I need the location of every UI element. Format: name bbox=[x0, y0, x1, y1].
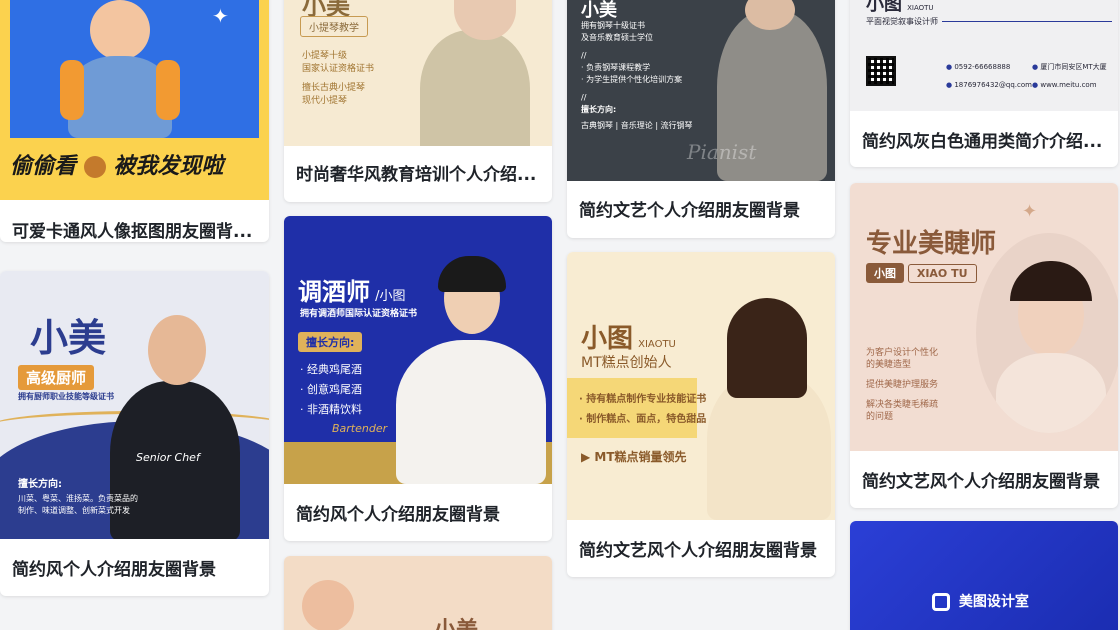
template-title[interactable]: 可爱卡通风人像抠图朋友圈背... bbox=[12, 217, 257, 242]
template-card[interactable]: 小图 XIAOTU MT糕点创始人 · 持有糕点制作专业技能证书 · 制作糕点、… bbox=[567, 252, 835, 577]
thumb-signature: Pianist bbox=[687, 140, 757, 164]
thumb-phone: 0592-66668888 bbox=[954, 63, 1011, 71]
thumb-skills-line: 制作、味道调整、创新菜式开发 bbox=[18, 506, 130, 515]
bear-sticker-icon bbox=[83, 156, 106, 178]
template-card[interactable]: 专业美睫师 小图 XIAO TU ✦ 为客户设计个性化 的美睫造型 提供美睫护理… bbox=[850, 183, 1118, 508]
thumb-skills: 古典钢琴 | 音乐理论 | 流行钢琴 bbox=[581, 121, 693, 130]
thumb-role: 平面视觉叙事设计师 bbox=[866, 17, 938, 26]
woman-figure bbox=[420, 30, 530, 146]
thumb-line: 拥有钢琴十级证书 bbox=[581, 21, 645, 30]
meitu-logo-icon bbox=[932, 593, 950, 611]
thumb-bullet: · 负责钢琴课程教学 bbox=[581, 63, 651, 72]
thumb-role: MT糕点创始人 bbox=[581, 355, 672, 371]
thumb-name: 小图 bbox=[866, 0, 902, 15]
globe-icon: ● bbox=[1032, 81, 1039, 89]
template-thumbnail: 调酒师 /小图 拥有调酒师国际认证资格证书 擅长方向: · 经典鸡尾酒 · 创意… bbox=[284, 216, 552, 484]
thumb-highlight: ▶ MT糕点销量领先 bbox=[581, 450, 687, 464]
thumb-skill: · 创意鸡尾酒 bbox=[300, 383, 362, 396]
template-card[interactable]: 调酒师 /小图 拥有调酒师国际认证资格证书 擅长方向: · 经典鸡尾酒 · 创意… bbox=[284, 216, 552, 541]
template-thumbnail: 小美 bbox=[284, 556, 552, 630]
thumb-cert: 拥有调酒师国际认证资格证书 bbox=[300, 309, 418, 319]
thumb-skills-title: 擅长方向: bbox=[581, 105, 617, 114]
thumb-subtitle: 小提琴教学 bbox=[300, 16, 368, 37]
template-title[interactable]: 简约文艺风个人介绍朋友圈背景 bbox=[579, 536, 823, 561]
template-card[interactable]: 小美 bbox=[284, 556, 552, 630]
thumb-signature: Bartender bbox=[332, 422, 388, 435]
thumb-skills-title: 擅长方向: bbox=[18, 479, 62, 490]
thumb-bullet: 解决各类睫毛稀疏 bbox=[866, 400, 939, 410]
email-icon: ● bbox=[946, 81, 953, 89]
template-title[interactable]: 时尚奢华风教育培训个人介绍... bbox=[296, 160, 540, 185]
thumb-slash: // bbox=[581, 93, 587, 102]
thumb-bullet: 擅长古典小提琴 bbox=[302, 83, 366, 93]
template-title[interactable]: 简约风个人介绍朋友圈背景 bbox=[296, 500, 540, 525]
template-thumbnail: 小图 XIAOTU 平面视觉叙事设计师 ● 0592-66668888 ● 18… bbox=[850, 0, 1118, 111]
thumb-signature: Senior Chef bbox=[136, 451, 200, 464]
thumb-skill: · 经典鸡尾酒 bbox=[300, 363, 362, 376]
thumb-bullet: 国家认证资格证书 bbox=[302, 64, 375, 74]
thumb-email: 1876976432@qq.com bbox=[954, 81, 1032, 89]
template-thumbnail: 小图 XIAOTU MT糕点创始人 · 持有糕点制作专业技能证书 · 制作糕点、… bbox=[567, 252, 835, 520]
template-thumbnail: ✦ 偷偷看 被我发现啦 bbox=[0, 0, 269, 200]
headline-text: 偷偷看 bbox=[10, 154, 77, 179]
thumb-name: 小美 bbox=[30, 315, 107, 360]
thumb-role: 高级厨师 bbox=[18, 365, 95, 390]
thumb-cert: 拥有厨师职业技能等级证书 bbox=[18, 392, 114, 401]
woman-figure bbox=[396, 340, 546, 484]
thumb-bullet: · 制作糕点、面点，特色甜品 bbox=[579, 414, 707, 425]
thumb-website: www.meitu.com bbox=[1040, 81, 1097, 89]
thumb-bullet: · 为学生提供个性化培训方案 bbox=[581, 75, 683, 84]
thumb-bullet: 的问题 bbox=[866, 412, 894, 422]
template-thumbnail: 小美 高级厨师 拥有厨师职业技能等级证书 Senior Chef 擅长方向: 川… bbox=[0, 271, 269, 539]
thumb-bullet: 的美睫造型 bbox=[866, 360, 912, 370]
thumb-skills-line: 川菜、粤菜、淮扬菜。负责菜品的 bbox=[18, 494, 138, 503]
template-title[interactable]: 简约风个人介绍朋友圈背景 bbox=[12, 555, 257, 580]
thumb-bullet: 现代小提琴 bbox=[302, 96, 348, 106]
sparkle-icon: ✦ bbox=[1022, 201, 1038, 222]
template-card[interactable]: 小图 XIAOTU 平面视觉叙事设计师 ● 0592-66668888 ● 18… bbox=[850, 0, 1118, 167]
template-title[interactable]: 简约文艺个人介绍朋友圈背景 bbox=[579, 196, 823, 221]
template-card[interactable]: 小美 拥有钢琴十级证书 及音乐教育硕士学位 // · 负责钢琴课程教学 · 为学… bbox=[567, 0, 835, 238]
template-title[interactable]: 简约文艺风个人介绍朋友圈背景 bbox=[862, 467, 1106, 492]
thumb-divider bbox=[942, 21, 1112, 22]
thumb-address: 厦门市同安区MT大厦 bbox=[1040, 63, 1107, 71]
child-figure bbox=[60, 0, 180, 138]
thumb-skills-title: 擅长方向: bbox=[298, 332, 363, 352]
template-title[interactable]: 简约风灰白色通用类简介介绍... bbox=[862, 127, 1106, 152]
thumb-name-suffix: /小图 bbox=[375, 289, 406, 304]
template-card[interactable]: 美图设计室 bbox=[850, 521, 1118, 630]
thumb-line: 及音乐教育硕士学位 bbox=[581, 33, 653, 42]
thumb-name: 小美 bbox=[434, 612, 478, 630]
thumb-name: 小图 bbox=[866, 263, 904, 283]
thumb-name-en: XIAOTU bbox=[907, 4, 934, 12]
template-thumbnail: 小美 拥有钢琴十级证书 及音乐教育硕士学位 // · 负责钢琴课程教学 · 为学… bbox=[567, 0, 835, 181]
location-icon: ● bbox=[1032, 63, 1039, 71]
template-card[interactable]: ✦ 偷偷看 被我发现啦 可爱卡通风人像抠图朋友圈背... bbox=[0, 0, 269, 242]
phone-icon: ● bbox=[946, 63, 953, 71]
thumb-bullet: 小提琴十级 bbox=[302, 51, 348, 61]
thumb-name: 小美 bbox=[581, 0, 617, 21]
headline-text-2: 被我发现啦 bbox=[113, 154, 224, 179]
sparkle-icon: ✦ bbox=[212, 4, 229, 28]
thumb-skill: · 非酒精饮料 bbox=[300, 403, 362, 416]
thumb-bullet: · 持有糕点制作专业技能证书 bbox=[579, 394, 707, 405]
brand-name: 美图设计室 bbox=[958, 594, 1029, 610]
thumb-name: 小图 bbox=[581, 324, 634, 354]
thumb-name: 调酒师 bbox=[298, 278, 370, 306]
template-card[interactable]: 小美 小提琴教学 小提琴十级 国家认证资格证书 擅长古典小提琴 现代小提琴 时尚… bbox=[284, 0, 552, 202]
template-thumbnail: 小美 小提琴教学 小提琴十级 国家认证资格证书 擅长古典小提琴 现代小提琴 bbox=[284, 0, 552, 146]
template-thumbnail: 美图设计室 bbox=[850, 521, 1118, 630]
portrait-circle bbox=[976, 233, 1118, 433]
thumb-headline: 专业美睫师 bbox=[866, 229, 997, 259]
thumb-circle bbox=[302, 580, 354, 630]
thumb-name-en: XIAOTU bbox=[638, 339, 676, 350]
thumb-bullet: 为客户设计个性化 bbox=[866, 348, 939, 358]
thumb-bullet: 提供美睫护理服务 bbox=[866, 380, 939, 390]
template-card[interactable]: 小美 高级厨师 拥有厨师职业技能等级证书 Senior Chef 擅长方向: 川… bbox=[0, 271, 269, 596]
thumb-name-en: XIAO TU bbox=[907, 264, 977, 283]
qr-code-icon bbox=[866, 56, 896, 86]
template-thumbnail: 专业美睫师 小图 XIAO TU ✦ 为客户设计个性化 的美睫造型 提供美睫护理… bbox=[850, 183, 1118, 451]
thumb-headline: 偷偷看 被我发现啦 bbox=[10, 148, 223, 180]
thumb-slash: // bbox=[581, 51, 587, 60]
